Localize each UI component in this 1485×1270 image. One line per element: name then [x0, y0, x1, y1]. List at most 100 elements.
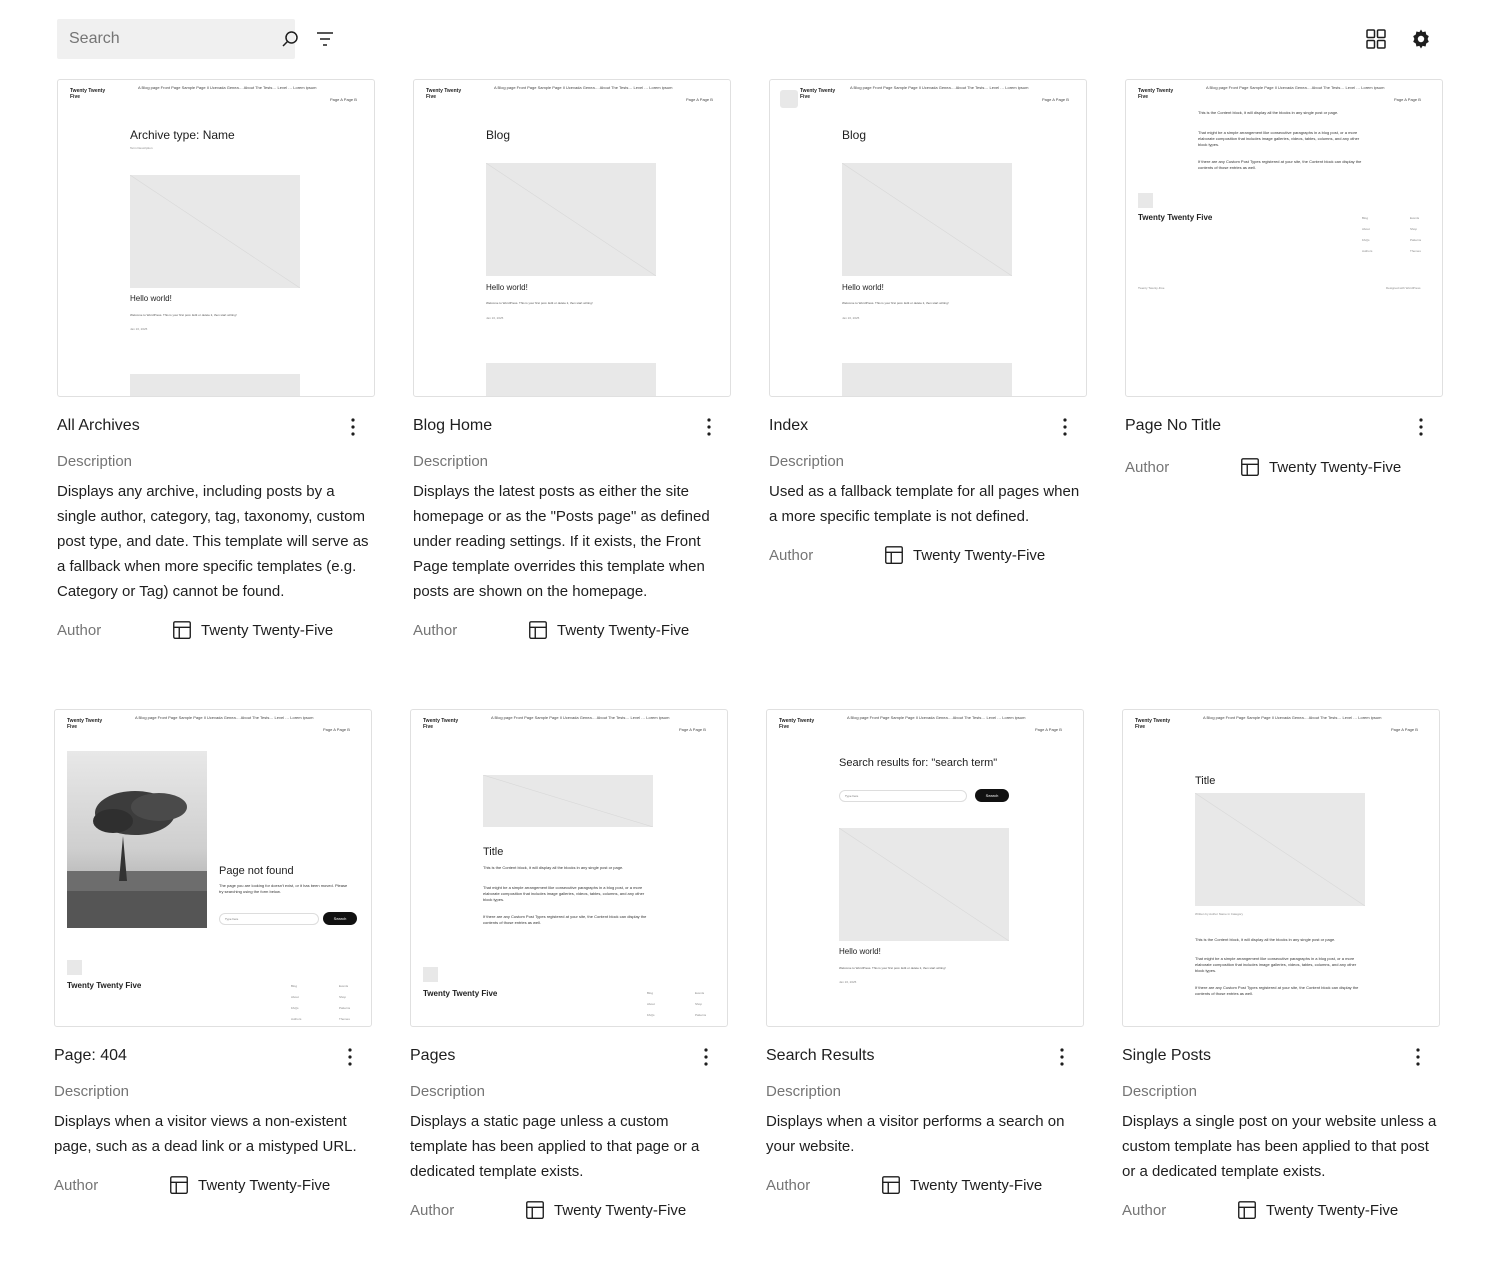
template-title[interactable]: Pages	[410, 1047, 455, 1065]
more-options-icon[interactable]	[1050, 1045, 1074, 1069]
preview-footer-link: FAQs	[647, 1013, 655, 1017]
preview-nav: A Blog page Front Page Sample Page Il Uc…	[494, 85, 673, 90]
template-title[interactable]: Index	[769, 417, 808, 435]
description-label: Description	[1122, 1083, 1198, 1100]
preview-footer-logo: Twenty Twenty Five	[67, 981, 142, 990]
template-description: Displays a static page unless a custom t…	[410, 1113, 700, 1180]
grid-view-icon[interactable]	[1364, 27, 1388, 51]
template-preview[interactable]: Twenty Twenty Five A Blog page Front Pag…	[413, 79, 731, 397]
author-name: Twenty Twenty-Five	[1269, 458, 1402, 476]
preview-nav: A Blog page Front Page Sample Page Il Uc…	[1206, 85, 1385, 90]
preview-search-input: Type here	[839, 790, 967, 802]
template-card: Twenty Twenty Five A Blog page Front Pag…	[769, 79, 1087, 567]
template-title[interactable]: Page No Title	[1125, 417, 1221, 435]
preview-site-icon	[67, 960, 82, 975]
layout-icon	[171, 619, 193, 641]
template-preview[interactable]: Twenty Twenty Five A Blog page Front Pag…	[57, 79, 375, 397]
search-input[interactable]	[67, 29, 278, 49]
preview-heading: Title	[483, 846, 504, 858]
preview-site-logo: Twenty Twenty Five	[779, 718, 815, 730]
template-preview[interactable]: Twenty Twenty Five A Blog page Front Pag…	[410, 709, 728, 1027]
preview-footer-links-col1: Blog About FAQs Authors	[291, 981, 301, 1025]
search-field[interactable]	[57, 19, 298, 59]
preview-site-icon	[1138, 193, 1153, 208]
more-options-icon[interactable]	[697, 415, 721, 439]
more-options-icon[interactable]	[1053, 415, 1077, 439]
preview-image-placeholder	[130, 374, 300, 396]
preview-footer-link: About	[647, 1002, 655, 1006]
template-preview[interactable]: Twenty Twenty Five A Blog page Front Pag…	[766, 709, 1084, 1027]
preview-tree-photo	[67, 751, 207, 928]
more-options-icon[interactable]	[338, 1045, 362, 1069]
description-label: Description	[769, 453, 845, 470]
preview-image-placeholder	[486, 163, 656, 276]
description-label: Description	[413, 453, 489, 470]
author-label: Author	[769, 546, 814, 564]
preview-nav: A Blog page Front Page Sample Page Il Uc…	[850, 85, 1029, 90]
preview-footer-credit: Twenty Twenty-Five	[1138, 286, 1165, 290]
author-name: Twenty Twenty-Five	[201, 621, 334, 639]
more-options-icon[interactable]	[341, 415, 365, 439]
template-title[interactable]: Blog Home	[413, 417, 492, 435]
layout-icon	[168, 1174, 190, 1196]
preview-footer-link: About	[1362, 227, 1370, 231]
template-preview[interactable]: Twenty Twenty Five A Blog page Front Pag…	[54, 709, 372, 1027]
template-title[interactable]: Page: 404	[54, 1047, 127, 1065]
settings-icon[interactable]	[1409, 27, 1433, 51]
template-description: Displays when a visitor views a non-exis…	[54, 1113, 357, 1155]
preview-nav: A Blog page Front Page Sample Page Il Uc…	[491, 715, 670, 720]
preview-image-placeholder	[483, 775, 653, 827]
template-preview[interactable]: Twenty Twenty Five A Blog page Front Pag…	[769, 79, 1087, 397]
template-preview[interactable]: Twenty Twenty Five A Blog page Front Pag…	[1122, 709, 1440, 1027]
template-title[interactable]: All Archives	[57, 417, 140, 435]
preview-search-input: Type here	[219, 913, 319, 925]
template-title[interactable]: Search Results	[766, 1047, 875, 1065]
template-title[interactable]: Single Posts	[1122, 1047, 1211, 1065]
preview-paragraph: That might be a simple arrangement like …	[1198, 130, 1360, 147]
preview-subheading: Term Description	[130, 146, 153, 150]
preview-image-placeholder	[842, 363, 1012, 396]
preview-site-logo: Twenty Twenty Five	[1135, 718, 1171, 730]
preview-nav-secondary: Page A Page B	[1035, 727, 1062, 732]
author-label: Author	[413, 621, 458, 639]
more-options-icon[interactable]	[694, 1045, 718, 1069]
preview-post-title: Hello world!	[842, 283, 884, 292]
preview-site-logo: Twenty Twenty Five	[67, 718, 103, 730]
author-label: Author	[766, 1176, 811, 1194]
preview-heading: Blog	[842, 128, 867, 142]
author-name: Twenty Twenty-Five	[910, 1176, 1043, 1194]
preview-nav-secondary: Page A Page B	[686, 97, 713, 102]
preview-body: The page you are looking for doesn't exi…	[219, 883, 348, 894]
layout-icon	[524, 1199, 546, 1221]
preview-paragraph: This is the Content block, it will displ…	[1198, 110, 1339, 115]
template-preview[interactable]: Twenty Twenty Five A Blog page Front Pag…	[1125, 79, 1443, 397]
preview-post-excerpt: Welcome to WordPress. This is your first…	[842, 301, 949, 305]
preview-footer-links-col2: Events Shop Patterns Themes	[339, 981, 350, 1025]
more-options-icon[interactable]	[1409, 415, 1433, 439]
description-label: Description	[57, 453, 133, 470]
filter-icon[interactable]	[313, 27, 337, 51]
preview-footer-link: Events	[339, 984, 349, 988]
preview-paragraph: This is the Content block, it will displ…	[483, 865, 624, 870]
preview-footer-link: Themes	[339, 1017, 350, 1021]
preview-nav-secondary: Page A Page B	[1042, 97, 1069, 102]
preview-footer-links-col2: Events Shop Patterns Themes	[1410, 213, 1421, 257]
author-name: Twenty Twenty-Five	[198, 1176, 331, 1194]
preview-image-placeholder	[486, 363, 656, 396]
preview-footer-link: FAQs	[1362, 238, 1370, 242]
preview-footer-logo: Twenty Twenty Five	[1138, 213, 1213, 222]
preview-post-meta: Written by Author Name in Category	[1195, 912, 1243, 916]
preview-heading: Page not found	[219, 865, 294, 877]
preview-paragraph: This is the Content block, it will displ…	[1195, 937, 1336, 942]
template-card: Twenty Twenty Five A Blog page Front Pag…	[410, 709, 728, 1222]
more-options-icon[interactable]	[1406, 1045, 1430, 1069]
search-icon[interactable]	[278, 27, 302, 51]
preview-search-button: Search	[975, 789, 1009, 802]
preview-heading: Archive type: Name	[130, 128, 235, 142]
preview-heading: Search results for: "search term"	[839, 757, 998, 769]
preview-footer-link: Themes	[1410, 249, 1421, 253]
preview-nav: A Blog page Front Page Sample Page Il Uc…	[135, 715, 314, 720]
template-card: Twenty Twenty Five A Blog page Front Pag…	[57, 79, 375, 642]
description-label: Description	[410, 1083, 486, 1100]
preview-site-logo: Twenty Twenty Five	[1138, 88, 1174, 100]
